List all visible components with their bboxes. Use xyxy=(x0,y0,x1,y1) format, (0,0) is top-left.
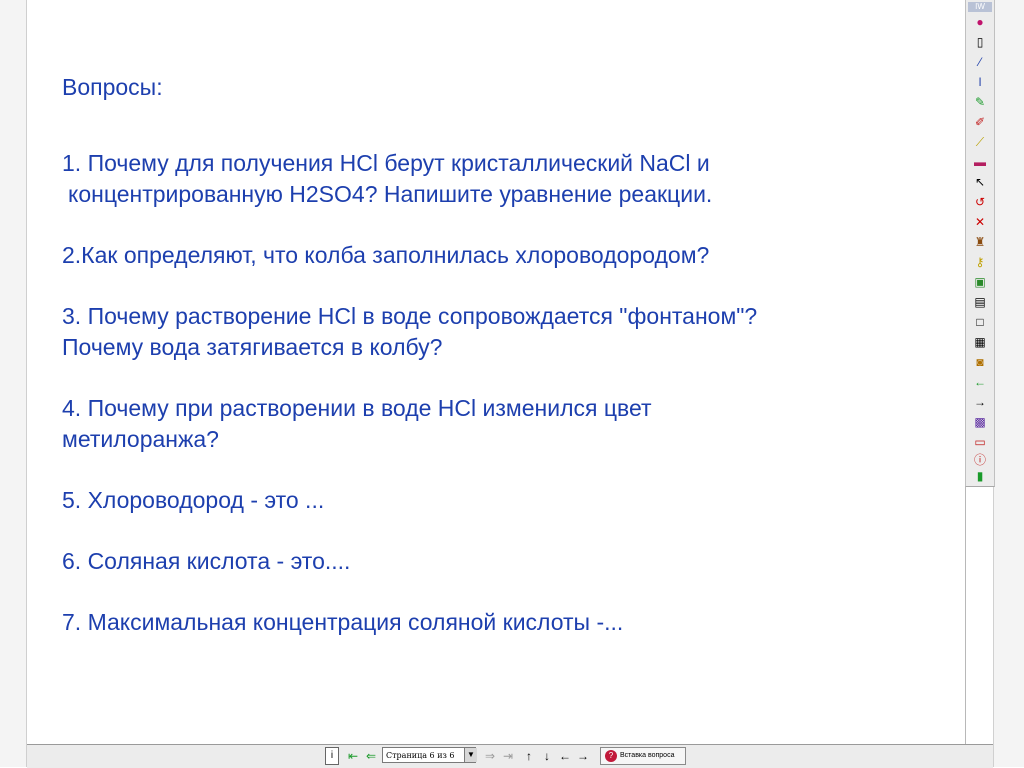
insert-question-button[interactable]: ? Вставка вопроса xyxy=(600,747,686,765)
first-page-icon[interactable]: ⇤ xyxy=(345,748,361,764)
mouse-icon[interactable]: ▯ xyxy=(972,34,988,50)
keyboard-icon[interactable]: ▩ xyxy=(972,414,988,430)
info-icon[interactable]: ⓘ xyxy=(972,452,988,468)
line-icon[interactable]: ǀ xyxy=(972,74,988,90)
exit-icon[interactable]: ▮ xyxy=(972,468,988,484)
page-icon[interactable]: □ xyxy=(972,314,988,330)
question-1-line-2: концентрированную H2SO4? Напишите уравне… xyxy=(68,181,713,207)
eraser-icon[interactable]: ▬ xyxy=(972,154,988,170)
color-dot-icon[interactable]: ● xyxy=(972,14,988,30)
left-window-frame xyxy=(0,0,27,767)
image-icon[interactable]: ▣ xyxy=(972,274,988,290)
question-7: 7. Максимальная концентрация соляной кис… xyxy=(62,609,624,635)
undo-icon[interactable]: ↺ xyxy=(972,194,988,210)
question-5: 5. Хлороводород - это ... xyxy=(62,487,325,513)
document-info-icon[interactable]: i xyxy=(325,747,339,765)
page-selector[interactable]: Страница 6 из 6 xyxy=(382,747,476,763)
right-window-frame xyxy=(993,0,1024,767)
next-page-icon[interactable]: ⇒ xyxy=(482,748,498,764)
toolbar-tab[interactable]: IW xyxy=(968,2,992,12)
bottom-navigation-bar: i ⇤ ⇐ Страница 6 из 6 ▼ ⇒ ⇥ ↑ ↓ ← → ? Вс… xyxy=(27,744,993,768)
slide-heading: Вопросы: xyxy=(62,74,163,100)
insert-question-label: Вставка вопроса xyxy=(620,752,675,759)
chevron-down-icon[interactable]: ▼ xyxy=(464,748,477,762)
pen-icon[interactable]: ⁄ xyxy=(972,54,988,70)
question-1-line-1: 1. Почему для получения HCl берут криста… xyxy=(62,150,710,176)
question-icon: ? xyxy=(605,750,617,762)
grid-icon[interactable]: ▦ xyxy=(972,334,988,350)
last-page-icon[interactable]: ⇥ xyxy=(500,748,516,764)
arrow-left-icon[interactable]: ← xyxy=(557,748,573,764)
screen-icon[interactable]: ◙ xyxy=(972,354,988,370)
gallery-icon[interactable]: ▭ xyxy=(972,434,988,450)
previous-page-icon[interactable]: ⇐ xyxy=(363,748,379,764)
question-3-line-2: Почему вода затягивается в колбу? xyxy=(62,334,443,360)
arrow-right-icon[interactable]: → xyxy=(972,394,988,410)
stamp-icon[interactable]: ♜ xyxy=(972,234,988,250)
delete-icon[interactable]: ✕ xyxy=(972,214,988,230)
question-2: 2.Как определяют, что колба заполнилась … xyxy=(62,242,710,268)
pointer-icon[interactable]: ↖ xyxy=(972,174,988,190)
arrow-right-icon[interactable]: → xyxy=(575,748,591,764)
marker-icon[interactable]: ✎ xyxy=(972,94,988,110)
key-icon[interactable]: ⚷ xyxy=(972,254,988,270)
question-6: 6. Соляная кислота - это.... xyxy=(62,548,351,574)
brush-icon[interactable]: ✐ xyxy=(972,114,988,130)
arrow-up-icon[interactable]: ↑ xyxy=(521,748,537,764)
slide-content: Вопросы: 1. Почему для получения HCl бер… xyxy=(62,72,942,638)
picture-icon[interactable]: ▤ xyxy=(972,294,988,310)
question-4-line-1: 4. Почему при растворении в воде HCl изм… xyxy=(62,395,652,421)
tools-toolbar: IW ● ▯ ⁄ ǀ ✎ ✐ ⟋ ▬ ↖ ↺ ✕ ♜ ⚷ ▣ ▤ □ ▦ ◙ ←… xyxy=(965,0,995,487)
highlighter-icon[interactable]: ⟋ xyxy=(972,134,988,150)
question-3-line-1: 3. Почему растворение HCl в воде сопрово… xyxy=(62,303,758,329)
question-4-line-2: метилоранжа? xyxy=(62,426,219,452)
arrow-down-icon[interactable]: ↓ xyxy=(539,748,555,764)
arrow-left-icon[interactable]: ← xyxy=(972,374,988,390)
